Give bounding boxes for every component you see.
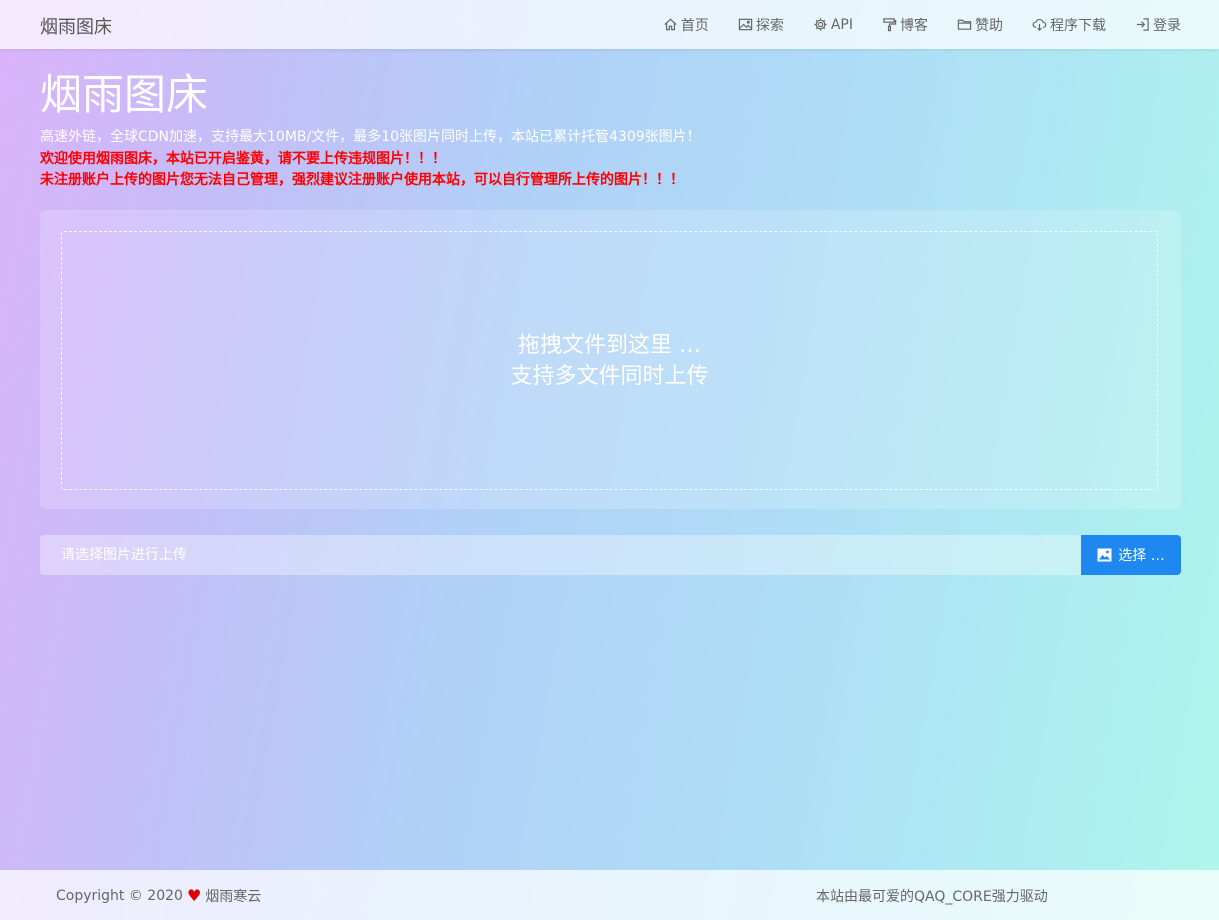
sign-in-icon — [1136, 18, 1149, 31]
file-select-row: 选择 … — [40, 535, 1181, 575]
upload-panel: 拖拽文件到这里 … 支持多文件同时上传 — [40, 210, 1181, 509]
drop-zone-subhint: 支持多文件同时上传 — [510, 363, 709, 389]
paint-roller-icon — [883, 18, 897, 32]
page-footer: Copyright © 2020 ♥ 烟雨寒云 本站由最可爱的QAQ_CORE强… — [0, 870, 1219, 920]
home-icon — [664, 18, 677, 31]
image-icon — [738, 18, 753, 31]
choose-file-label: 选择 … — [1118, 548, 1165, 564]
nav-item-explore[interactable]: 探索 — [738, 15, 784, 35]
top-navbar: 烟雨图床 首页 探索 API 博客 赞助 程序下载 登录 — [0, 0, 1219, 49]
hero-description: 高速外链，全球CDN加速，支持最大10MB/文件，最多10张图片同时上传，本站已… — [40, 129, 701, 145]
nav-item-blog[interactable]: 博客 — [882, 15, 928, 35]
footer-copyright: Copyright © 2020 ♥ 烟雨寒云 — [56, 886, 261, 906]
register-warning: 未注册账户上传的图片您无法自己管理，强烈建议注册账户使用本站，可以自行管理所上传… — [40, 172, 684, 188]
nav-item-label: 程序下载 — [1050, 17, 1106, 34]
drop-zone-hint: 拖拽文件到这里 … — [518, 332, 701, 358]
page-title: 烟雨图床 — [40, 70, 209, 119]
nav-item-label: 探索 — [755, 17, 784, 34]
file-drop-zone[interactable]: 拖拽文件到这里 … 支持多文件同时上传 — [61, 231, 1158, 490]
nav-item-label: 赞助 — [975, 17, 1003, 34]
site-brand-link[interactable]: 烟雨图床 — [40, 13, 112, 39]
footer-author: 烟雨寒云 — [205, 889, 262, 905]
picture-icon — [1097, 548, 1112, 562]
nav-item-label: 博客 — [900, 17, 928, 34]
content-warning: 欢迎使用烟雨图床，本站已开启鉴黄，请不要上传违规图片！！！ — [40, 151, 446, 167]
nav-item-label: API — [830, 16, 853, 33]
nav-item-label: 首页 — [680, 17, 709, 34]
copyright-text: Copyright © 2020 — [56, 888, 183, 904]
nav-item-api[interactable]: API — [813, 17, 853, 33]
nav-item-label: 登录 — [1153, 17, 1181, 34]
nav-item-login[interactable]: 登录 — [1135, 15, 1181, 35]
nav-item-home[interactable]: 首页 — [663, 15, 709, 35]
nav-menu: 首页 探索 API 博客 赞助 程序下载 登录 — [663, 0, 1181, 49]
nav-item-download[interactable]: 程序下载 — [1032, 15, 1106, 35]
heart-icon: ♥ — [186, 886, 202, 905]
nav-item-sponsor[interactable]: 赞助 — [957, 15, 1003, 35]
footer-powered-by: 本站由最可爱的QAQ_CORE强力驱动 — [816, 889, 1048, 905]
gear-icon — [814, 18, 827, 31]
folder-icon — [957, 19, 972, 30]
choose-file-button[interactable]: 选择 … — [1081, 535, 1181, 575]
cloud-download-icon — [1032, 18, 1047, 31]
file-path-input[interactable] — [40, 535, 1081, 575]
